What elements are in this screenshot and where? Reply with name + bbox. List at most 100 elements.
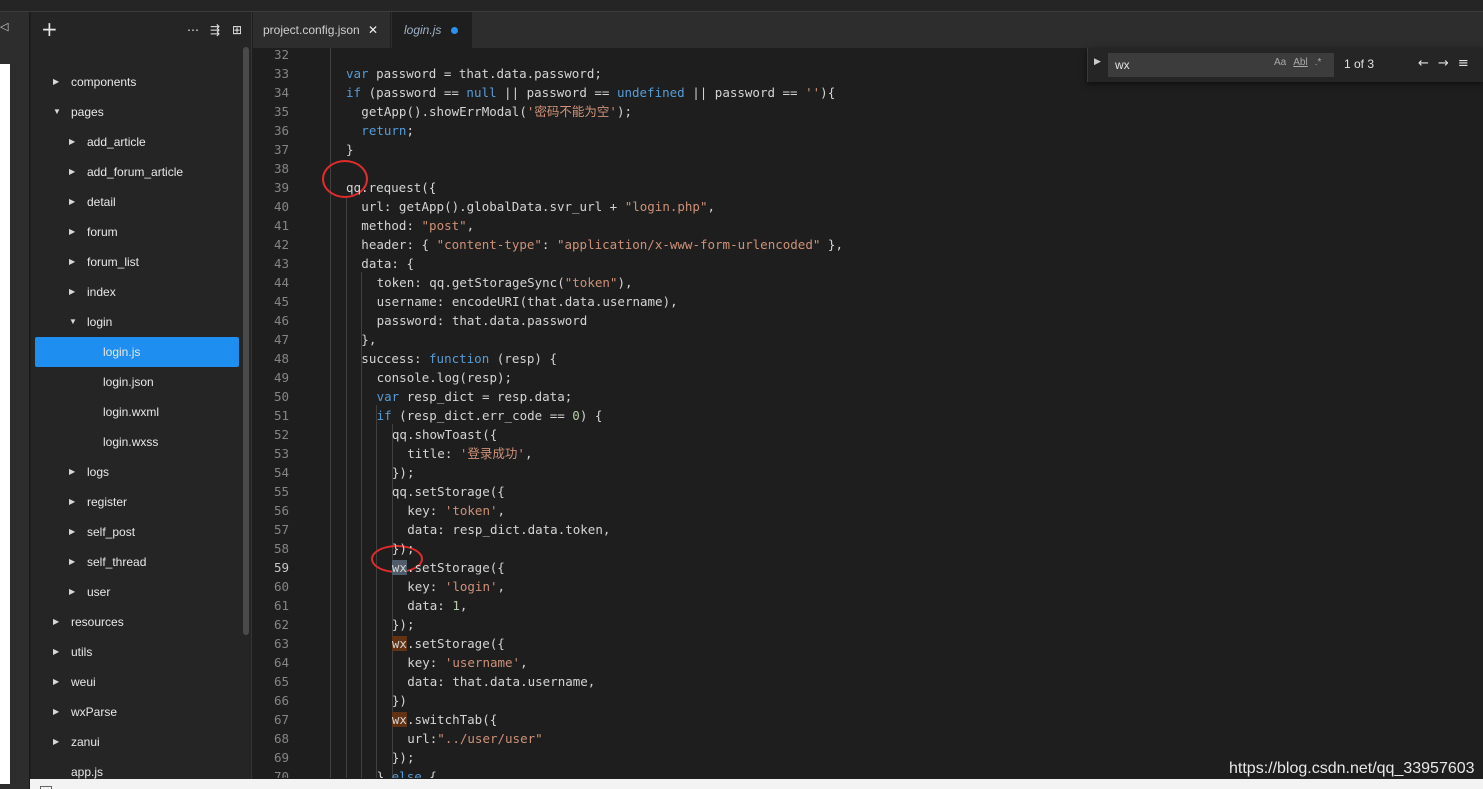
chevron-right-icon[interactable]: ▶ (69, 217, 79, 247)
code-line[interactable]: 34 if (password == null || password == un… (253, 83, 1483, 102)
chevron-right-icon[interactable]: ▶ (69, 487, 79, 517)
chevron-right-icon[interactable]: ▶ (69, 157, 79, 187)
tree-folder[interactable]: ▶ forum_list (31, 247, 243, 277)
code-token: .setStorage({ (406, 560, 505, 575)
collapse-all-icon[interactable]: ⇶ (208, 22, 222, 38)
chevron-right-icon[interactable]: ▶ (53, 637, 63, 667)
code-line[interactable]: 57 data: resp_dict.data.token, (253, 520, 1483, 539)
back-icon[interactable]: ◁ (0, 20, 10, 34)
code-line[interactable]: 64 key: 'username', (253, 653, 1483, 672)
code-line[interactable]: 66}) (253, 691, 1483, 710)
code-line[interactable]: 60 key: 'login', (253, 577, 1483, 596)
chevron-right-icon[interactable]: ▶ (69, 577, 79, 607)
tree-file[interactable]: login.wxml (31, 397, 243, 427)
code-line[interactable]: 58}); (253, 539, 1483, 558)
chevron-right-icon[interactable]: ▶ (69, 127, 79, 157)
code-line[interactable]: 67 wx.switchTab({ (253, 710, 1483, 729)
tree-folder[interactable]: ▼ login (31, 307, 243, 337)
line-code: data: that.data.username, (407, 672, 595, 691)
code-line[interactable]: 39 qq.request({ (253, 178, 1483, 197)
chevron-right-icon[interactable]: ▶ (69, 187, 79, 217)
code-line[interactable]: 35 getApp().showErrModal('密码不能为空'); (253, 102, 1483, 121)
chevron-right-icon[interactable]: ▶ (69, 457, 79, 487)
code-line[interactable]: 36 return; (253, 121, 1483, 140)
match-case-icon[interactable]: Aa (1274, 57, 1286, 68)
close-tab-icon[interactable]: ✕ (368, 12, 378, 48)
code-line[interactable]: 53 title: '登录成功', (253, 444, 1483, 463)
code-line[interactable]: 56 key: 'token', (253, 501, 1483, 520)
code-line[interactable]: 48 success: function (resp) { (253, 349, 1483, 368)
code-line[interactable]: 52 qq.showToast({ (253, 425, 1483, 444)
code-line[interactable]: 51 if (resp_dict.err_code == 0) { (253, 406, 1483, 425)
find-in-selection-icon[interactable]: ≡ (1458, 56, 1469, 71)
tree-folder[interactable]: ▶ self_post (31, 517, 243, 547)
tree-folder[interactable]: ▶ utils (31, 637, 243, 667)
code-line[interactable]: 45 username: encodeURI(that.data.username… (253, 292, 1483, 311)
tree-folder[interactable]: ▶ add_article (31, 127, 243, 157)
next-match-icon[interactable]: → (1438, 56, 1449, 71)
code-line[interactable]: 46 password: that.data.password (253, 311, 1483, 330)
code-line[interactable]: 49 console.log(resp); (253, 368, 1483, 387)
code-line[interactable]: 65 data: that.data.username, (253, 672, 1483, 691)
tree-folder[interactable]: ▶ logs (31, 457, 243, 487)
chevron-right-icon[interactable]: ▶ (53, 607, 63, 637)
chevron-down-icon[interactable]: ▼ (53, 97, 63, 127)
code-line[interactable]: 37} (253, 140, 1483, 159)
code-line[interactable]: 63 wx.setStorage({ (253, 634, 1483, 653)
tree-item-label: login.wxss (103, 435, 159, 449)
chevron-down-icon[interactable]: ▼ (69, 307, 79, 337)
layout-icon[interactable]: ⊞ (230, 22, 244, 38)
code-line[interactable]: 68 url:"../user/user" (253, 729, 1483, 748)
chevron-right-icon[interactable]: ▶ (53, 727, 63, 757)
chevron-right-icon[interactable]: ▶ (53, 67, 63, 97)
code-line[interactable]: 50 var resp_dict = resp.data; (253, 387, 1483, 406)
line-code: } else { (377, 767, 437, 778)
tree-folder[interactable]: ▶ zanui (31, 727, 243, 757)
tree-folder[interactable]: ▶ forum (31, 217, 243, 247)
tree-file[interactable]: login.wxss (31, 427, 243, 457)
add-file-icon[interactable]: + (41, 19, 58, 39)
toggle-replace-icon[interactable]: ▶ (1094, 57, 1101, 67)
code-line[interactable]: 38 (253, 159, 1483, 178)
previous-match-icon[interactable]: ← (1418, 56, 1429, 71)
tree-folder[interactable]: ▶ weui (31, 667, 243, 697)
code-line[interactable]: 44 token: qq.getStorageSync("token"), (253, 273, 1483, 292)
tab-project-config[interactable]: project.config.json ✕ (253, 12, 391, 48)
tree-folder[interactable]: ▶ index (31, 277, 243, 307)
explorer-scrollbar[interactable] (243, 47, 249, 635)
tree-folder[interactable]: ▶ user (31, 577, 243, 607)
tree-file[interactable]: login.js (35, 337, 239, 367)
chevron-right-icon[interactable]: ▶ (53, 667, 63, 697)
more-icon[interactable]: ⋯ (186, 22, 200, 38)
tree-folder[interactable]: ▶ register (31, 487, 243, 517)
chevron-right-icon[interactable]: ▶ (69, 517, 79, 547)
tree-folder[interactable]: ▶ wxParse (31, 697, 243, 727)
tree-folder[interactable]: ▶ detail (31, 187, 243, 217)
tree-folder[interactable]: ▶ components (31, 67, 243, 97)
code-line[interactable]: 61 data: 1, (253, 596, 1483, 615)
tree-folder[interactable]: ▶ add_forum_article (31, 157, 243, 187)
code-editor[interactable]: 32 33 var password = that.data.password; 34… (253, 48, 1483, 778)
code-line[interactable]: 62}); (253, 615, 1483, 634)
tree-folder[interactable]: ▶ self_thread (31, 547, 243, 577)
regex-icon[interactable]: .* (1315, 57, 1322, 68)
chevron-right-icon[interactable]: ▶ (69, 247, 79, 277)
tree-folder[interactable]: ▶ resources (31, 607, 243, 637)
code-line[interactable]: 47}, (253, 330, 1483, 349)
code-line[interactable]: 40 url: getApp().globalData.svr_url + "lo… (253, 197, 1483, 216)
code-line[interactable]: 59 wx.setStorage({ (253, 558, 1483, 577)
chevron-right-icon[interactable]: ▶ (69, 547, 79, 577)
whole-word-icon[interactable]: Abl (1293, 57, 1307, 68)
chevron-right-icon[interactable]: ▶ (53, 697, 63, 727)
tree-item-label: forum_list (87, 255, 140, 269)
tab-login-js[interactable]: login.js (392, 12, 472, 48)
code-line[interactable]: 55 qq.setStorage({ (253, 482, 1483, 501)
unsaved-dot-icon[interactable] (451, 27, 458, 34)
tree-folder[interactable]: ▼ pages (31, 97, 243, 127)
code-line[interactable]: 42 header: { "content-type": "application… (253, 235, 1483, 254)
tree-file[interactable]: login.json (31, 367, 243, 397)
code-line[interactable]: 41 method: "post", (253, 216, 1483, 235)
code-line[interactable]: 43 data: { (253, 254, 1483, 273)
chevron-right-icon[interactable]: ▶ (69, 277, 79, 307)
code-line[interactable]: 54}); (253, 463, 1483, 482)
